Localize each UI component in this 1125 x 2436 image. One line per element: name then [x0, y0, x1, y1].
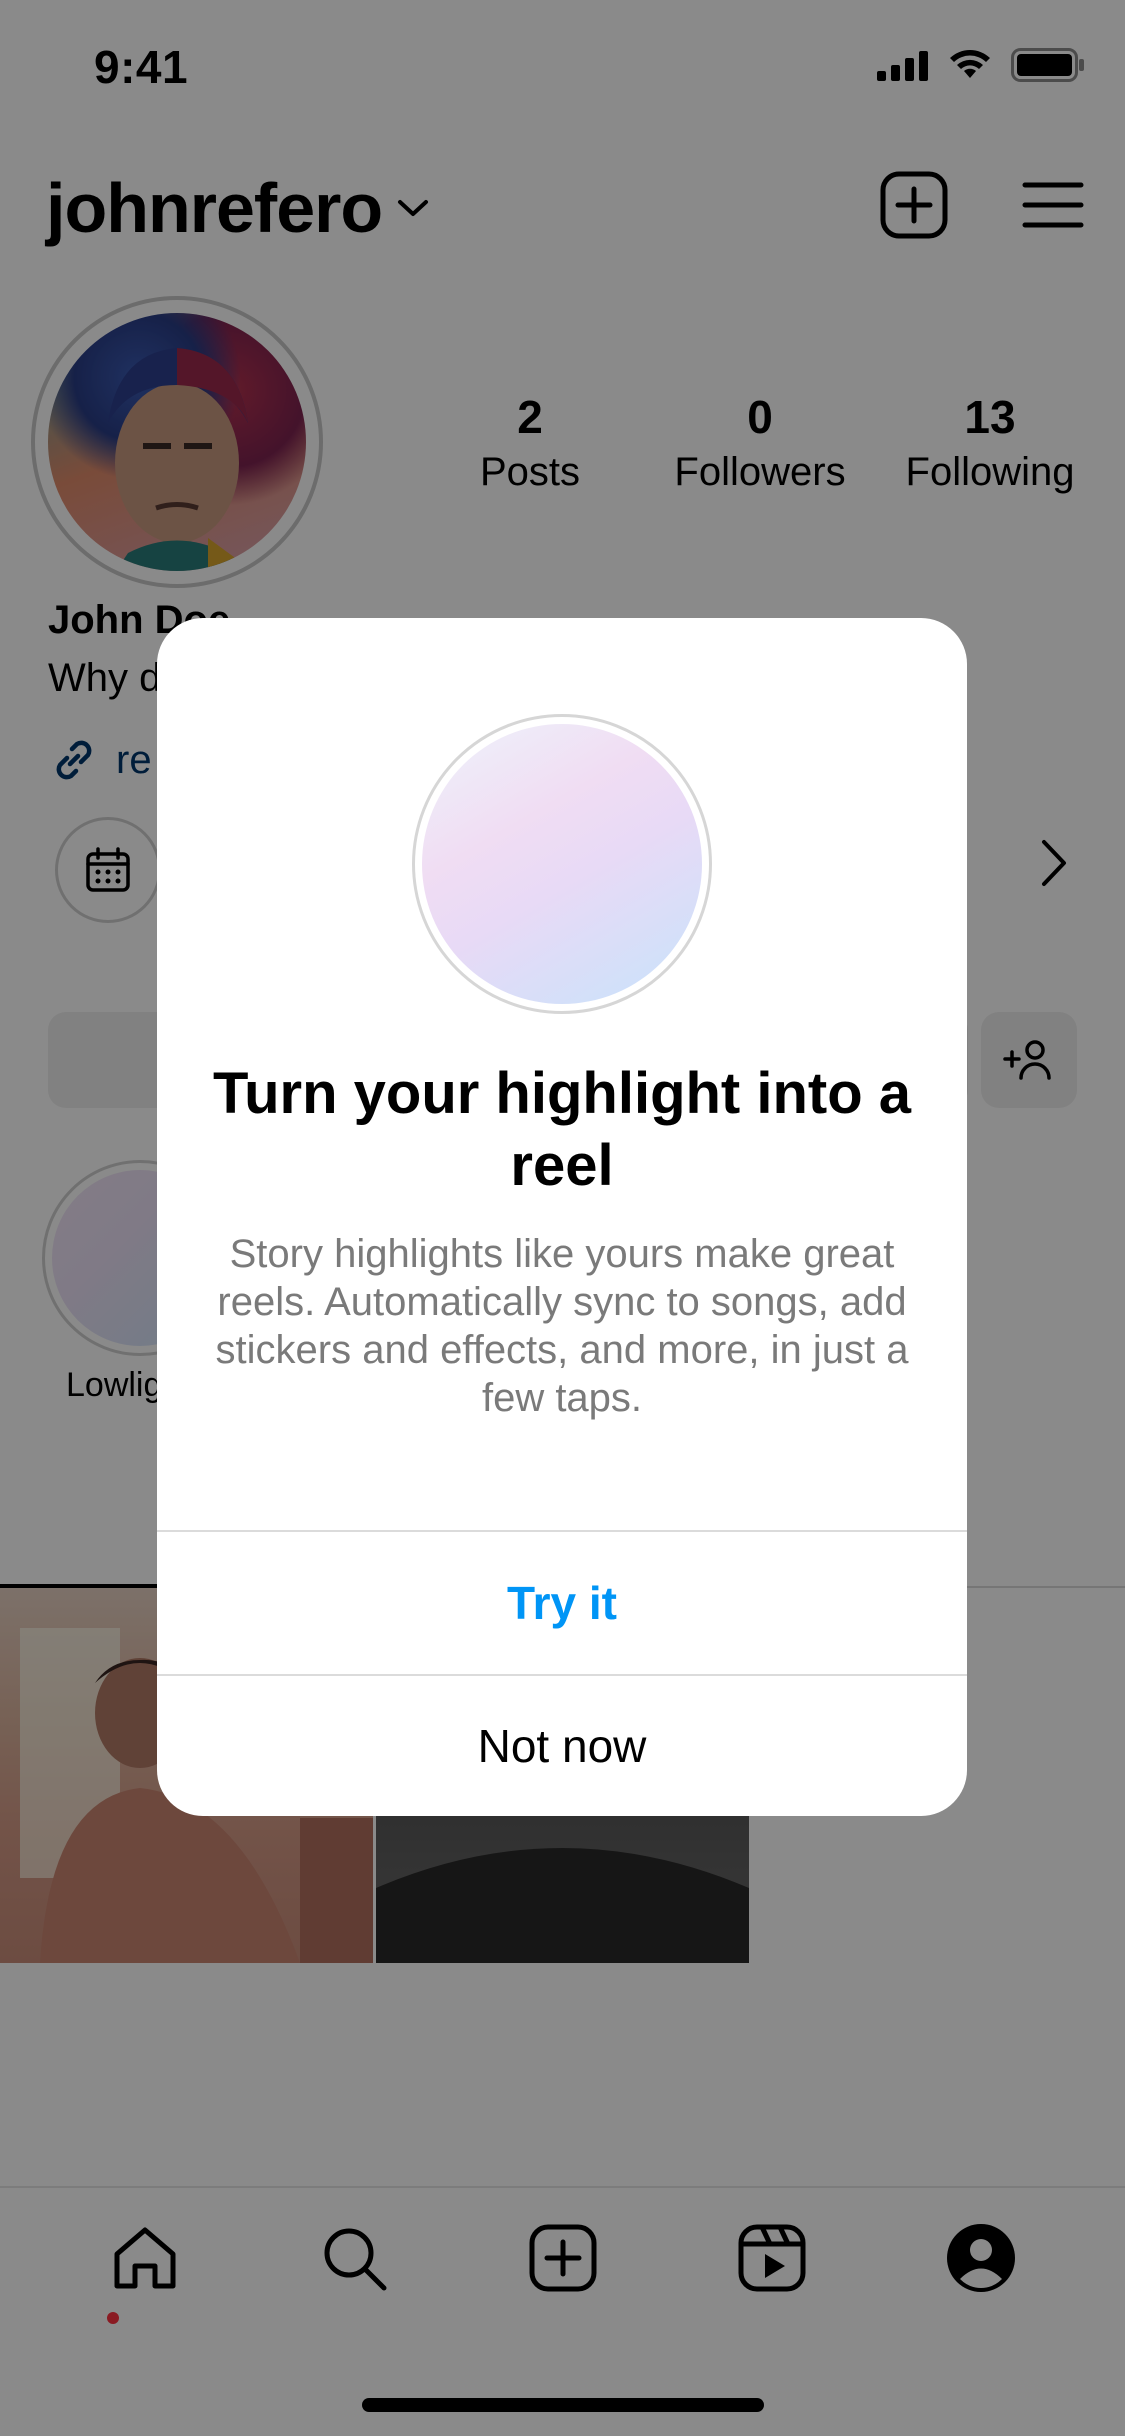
try-it-button[interactable]: Try it: [157, 1532, 967, 1674]
dialog-title: Turn your highlight into a reel: [212, 1061, 912, 1198]
highlight-preview: [412, 714, 712, 1014]
highlight-preview-image: [422, 724, 702, 1004]
dialog-body: Story highlights like yours make great r…: [215, 1232, 909, 1420]
not-now-button[interactable]: Not now: [157, 1676, 967, 1816]
highlight-to-reel-dialog: Turn your highlight into a reel Story hi…: [157, 618, 967, 1816]
